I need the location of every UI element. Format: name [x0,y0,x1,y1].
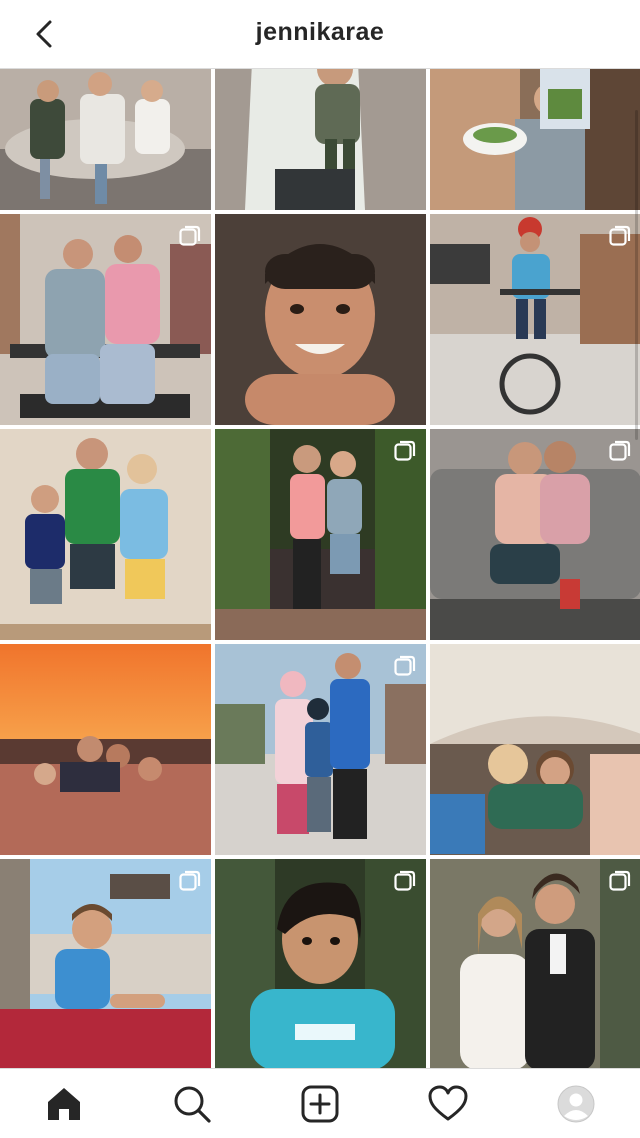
post-tile[interactable] [0,214,211,425]
post-tile[interactable] [0,859,211,1068]
post-photo [0,69,211,210]
multiple-photos-icon [394,440,416,461]
post-tile[interactable] [215,69,426,210]
multiple-photos-icon [394,870,416,891]
post-grid-inner [0,69,640,1068]
post-photo [0,429,211,640]
multiple-photos-icon [609,225,631,246]
multiple-photos-icon [609,440,631,461]
post-tile[interactable] [215,644,426,855]
post-tile[interactable] [215,214,426,425]
bottom-nav [0,1068,640,1138]
post-tile[interactable] [430,859,640,1068]
multiple-photos-icon [179,870,201,891]
post-photo [430,644,640,855]
post-tile[interactable] [0,644,211,855]
nav-profile-button[interactable] [544,1072,608,1136]
post-photo [215,69,426,210]
post-tile[interactable] [430,69,640,210]
add-post-icon [301,1085,339,1123]
post-tile[interactable] [215,859,426,1068]
post-photo [430,69,640,210]
multiple-photos-icon [609,870,631,891]
scrollbar[interactable] [635,110,638,440]
home-icon [48,1088,80,1120]
page-title: jennikarae [255,18,385,46]
post-tile[interactable] [0,69,211,210]
post-tile[interactable] [215,429,426,640]
multiple-photos-icon [394,655,416,676]
nav-new-post-button[interactable] [288,1072,352,1136]
post-photo [0,644,211,855]
post-grid[interactable] [0,69,640,1068]
nav-activity-button[interactable] [416,1072,480,1136]
post-tile[interactable] [430,644,640,855]
search-icon [174,1086,211,1123]
avatar-icon [557,1085,595,1123]
instagram-profile-feed-screen: jennikarae [0,0,640,1138]
post-photo [215,214,426,425]
nav-search-button[interactable] [160,1072,224,1136]
post-tile[interactable] [430,429,640,640]
nav-home-button[interactable] [32,1072,96,1136]
top-bar: jennikarae [0,0,640,69]
post-tile[interactable] [0,429,211,640]
multiple-photos-icon [179,225,201,246]
heart-icon [428,1085,468,1121]
post-tile[interactable] [430,214,640,425]
